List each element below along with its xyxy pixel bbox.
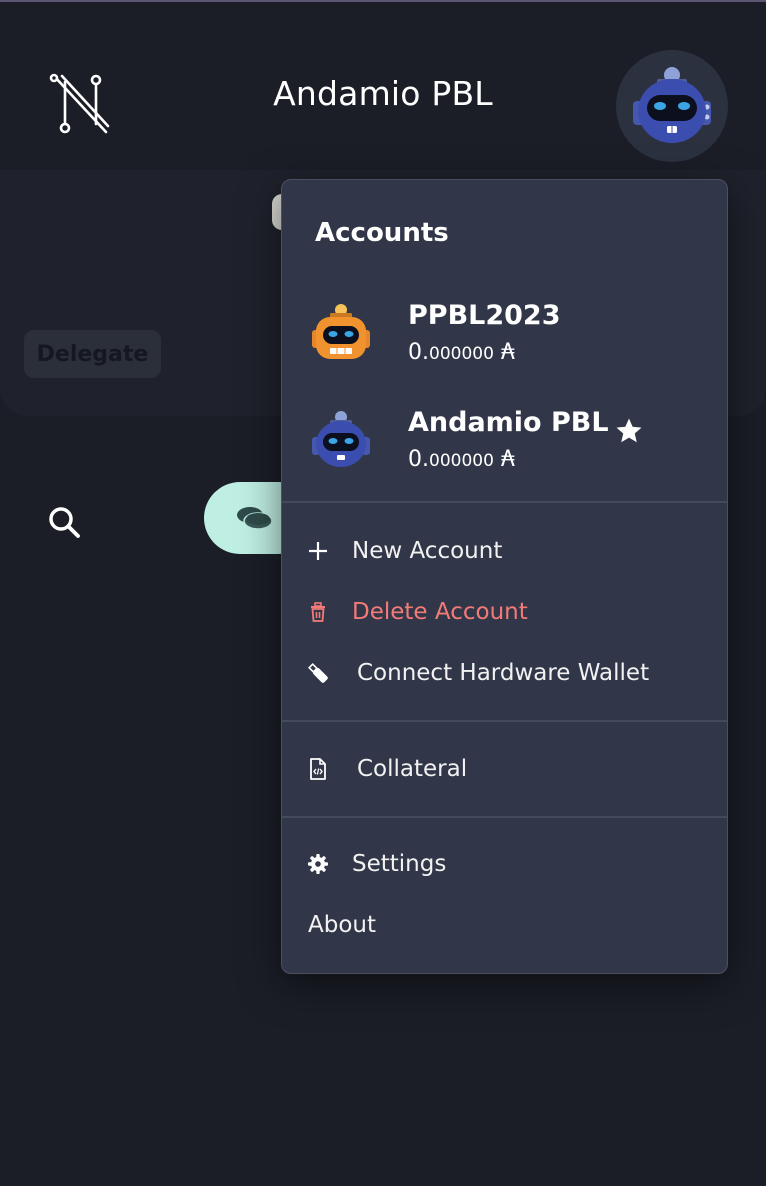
ada-symbol: ₳ — [500, 340, 515, 365]
menu-divider — [282, 720, 727, 722]
account-dropdown-menu: Accounts PPBL2023 0.000000 ₳ Andamio PBL… — [281, 179, 728, 974]
robot-avatar-blue-icon — [633, 67, 711, 143]
star-icon — [616, 418, 642, 443]
account-name: Andamio PBL — [408, 407, 609, 438]
account-name: PPBL2023 — [408, 300, 561, 331]
robot-avatar-blue-icon — [312, 411, 370, 467]
new-account-button[interactable]: New Account — [282, 523, 727, 579]
connect-hardware-wallet-button[interactable]: Connect Hardware Wallet — [282, 645, 727, 701]
account-balance: 0.000000 ₳ — [408, 447, 515, 472]
delete-account-label: Delete Account — [352, 599, 528, 625]
account-avatar-button[interactable] — [616, 50, 728, 162]
collateral-label: Collateral — [357, 756, 468, 782]
usb-stick-icon — [308, 663, 328, 683]
gear-icon — [308, 854, 328, 874]
menu-divider — [282, 501, 727, 503]
delete-account-button[interactable]: Delete Account — [282, 584, 727, 640]
coins-icon — [237, 507, 273, 530]
account-item-andamio-pbl[interactable]: Andamio PBL 0.000000 ₳ — [282, 399, 727, 489]
settings-button[interactable]: Settings — [282, 836, 727, 892]
file-code-icon — [310, 758, 326, 780]
robot-avatar-orange-icon — [312, 304, 370, 359]
about-label: About — [308, 912, 377, 938]
delegate-button[interactable]: Delegate — [24, 330, 161, 378]
about-button[interactable]: About — [282, 897, 727, 953]
search-icon[interactable] — [46, 504, 84, 542]
trash-icon — [311, 602, 325, 622]
plus-icon — [309, 542, 327, 560]
new-account-label: New Account — [352, 538, 503, 564]
accounts-heading: Accounts — [315, 218, 449, 248]
account-item-ppbl2023[interactable]: PPBL2023 0.000000 ₳ — [282, 292, 727, 382]
connect-hardware-wallet-label: Connect Hardware Wallet — [357, 660, 650, 686]
menu-divider — [282, 816, 727, 818]
ada-symbol: ₳ — [500, 447, 515, 472]
settings-label: Settings — [352, 851, 447, 877]
collateral-button[interactable]: Collateral — [282, 741, 727, 797]
window-top-border — [0, 0, 766, 2]
account-balance: 0.000000 ₳ — [408, 340, 515, 365]
